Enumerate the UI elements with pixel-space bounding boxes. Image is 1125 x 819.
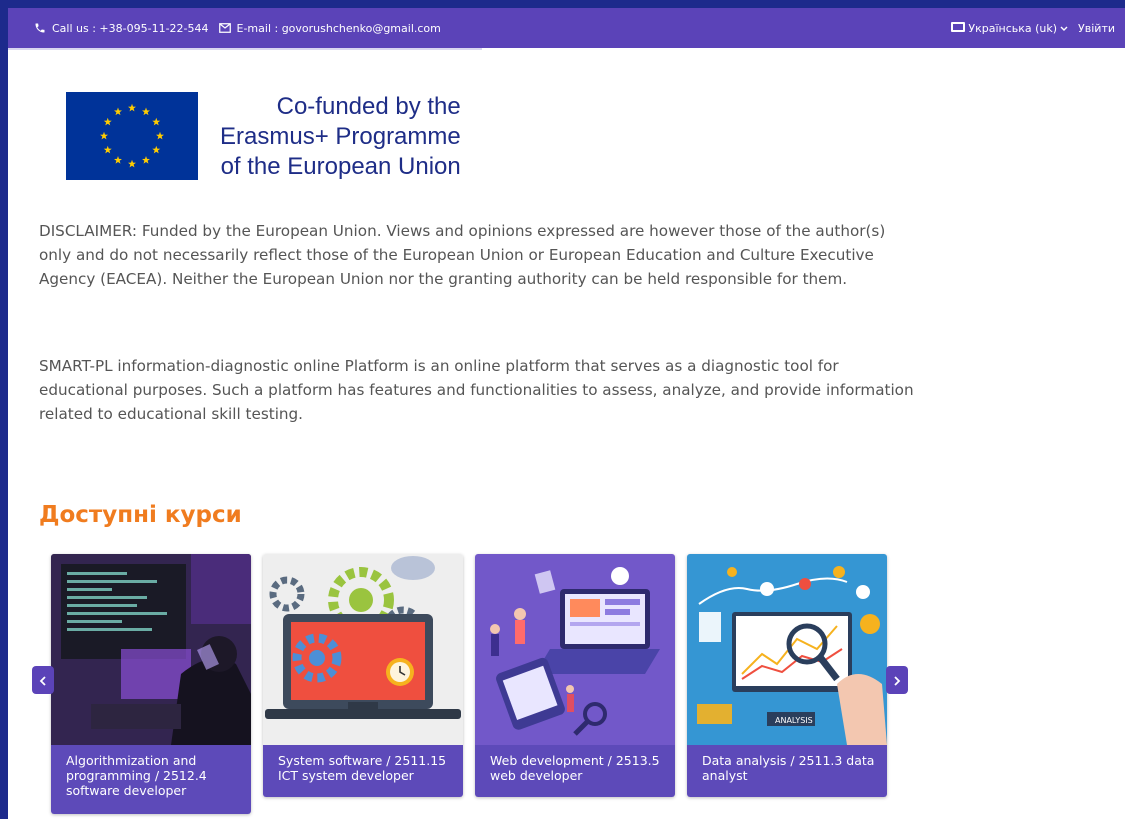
erasmus-line-3: of the European Union [220, 153, 461, 180]
course-card-label: Web development / 2513.5 web developer [475, 745, 675, 797]
course-card-system-software[interactable]: System software / 2511.15 ICT system dev… [263, 554, 463, 797]
erasmus-logo: Co-funded by the Erasmus+ Programme of t… [66, 92, 461, 182]
course-card-label: Algorithmization and programming / 2512.… [51, 745, 251, 814]
course-image-programming [51, 554, 251, 745]
mail-icon [218, 23, 231, 33]
login-link[interactable]: Увійти [1078, 22, 1115, 35]
language-label: Українська (uk) [968, 21, 1058, 35]
top-bar: Call us : +38-095-11-22-544 E-mail : gov… [8, 8, 1125, 48]
course-card-label: Data analysis / 2511.3 data analyst [687, 745, 887, 797]
language-selector[interactable]: Українська (uk) [951, 21, 1068, 35]
email-text: E-mail : govorushchenko@gmail.com [236, 21, 441, 35]
course-card-algorithmization[interactable]: Algorithmization and programming / 2512.… [51, 554, 251, 814]
erasmus-logo-text: Co-funded by the Erasmus+ Programme of t… [220, 92, 461, 182]
eu-flag-icon [66, 92, 198, 180]
course-card-data-analysis[interactable]: ANALYSIS Data analysis / 2511.3 data ana… [687, 554, 887, 797]
platform-description: SMART-PL information-diagnostic online P… [39, 357, 914, 423]
course-card-label: System software / 2511.15 ICT system dev… [263, 745, 463, 797]
course-image-web-development [475, 554, 675, 745]
divider [8, 48, 482, 50]
course-image-data-analysis: ANALYSIS [687, 554, 887, 745]
carousel-prev-button[interactable] [32, 666, 54, 694]
carousel-next-button[interactable] [886, 666, 908, 694]
phone-icon [34, 22, 46, 34]
erasmus-line-1: Co-funded by the [276, 93, 461, 120]
section-title: Доступні курси [39, 502, 242, 528]
phone-text: Call us : +38-095-11-22-544 [52, 21, 209, 35]
language-icon [951, 21, 966, 35]
analysis-image-label: ANALYSIS [775, 716, 813, 725]
disclaimer-text: DISCLAIMER: Funded by the European Union… [39, 222, 886, 288]
course-image-system-software [263, 554, 463, 745]
erasmus-line-2: Erasmus+ Programme [220, 123, 461, 150]
chevron-down-icon [1060, 22, 1068, 35]
course-card-web-development[interactable]: Web development / 2513.5 web developer [475, 554, 675, 797]
chevron-right-icon [893, 671, 901, 690]
chevron-left-icon [39, 671, 47, 690]
main-content: Co-funded by the Erasmus+ Programme of t… [8, 48, 1125, 819]
contact-info: Call us : +38-095-11-22-544 E-mail : gov… [8, 22, 441, 35]
